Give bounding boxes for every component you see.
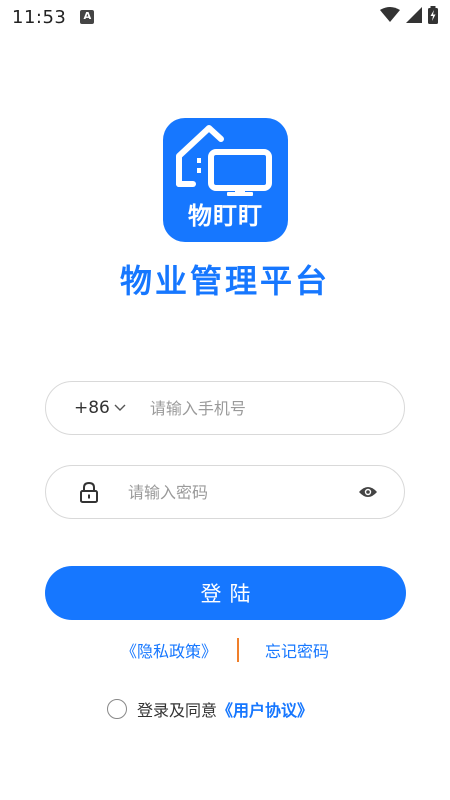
user-agreement-link[interactable]: 《用户协议》	[217, 697, 313, 721]
forgot-password-link[interactable]: 忘记密码	[265, 638, 329, 662]
agreement-checkbox[interactable]	[107, 699, 127, 719]
agreement-row: 登录及同意 《用户协议》	[107, 697, 313, 721]
phone-field: +86	[45, 381, 405, 435]
status-bar: 11:53 A	[0, 0, 450, 34]
country-code-value: +86	[74, 398, 110, 418]
privacy-policy-link[interactable]: 《隐私政策》	[121, 638, 217, 662]
password-input[interactable]	[126, 481, 358, 503]
battery-charging-icon	[428, 5, 438, 29]
status-time: 11:53	[12, 6, 67, 28]
divider	[237, 638, 239, 662]
password-field	[45, 465, 405, 519]
status-icons	[380, 5, 438, 29]
app-logo: 物盯盯	[163, 118, 288, 242]
logo-text: 物盯盯	[188, 202, 263, 230]
app-title: 物业管理平台	[119, 262, 330, 300]
login-button[interactable]: 登陆	[45, 566, 406, 620]
agreement-text: 登录及同意	[137, 701, 218, 720]
signal-icon	[406, 6, 422, 28]
lock-icon	[79, 481, 99, 503]
wifi-icon	[380, 6, 400, 28]
country-code-select[interactable]: +86	[74, 398, 126, 418]
a-badge-icon: A	[80, 10, 95, 24]
links-row: 《隐私政策》 忘记密码	[0, 636, 450, 664]
phone-input[interactable]	[147, 397, 404, 419]
chevron-down-icon	[114, 404, 126, 411]
eye-icon[interactable]	[358, 484, 378, 500]
